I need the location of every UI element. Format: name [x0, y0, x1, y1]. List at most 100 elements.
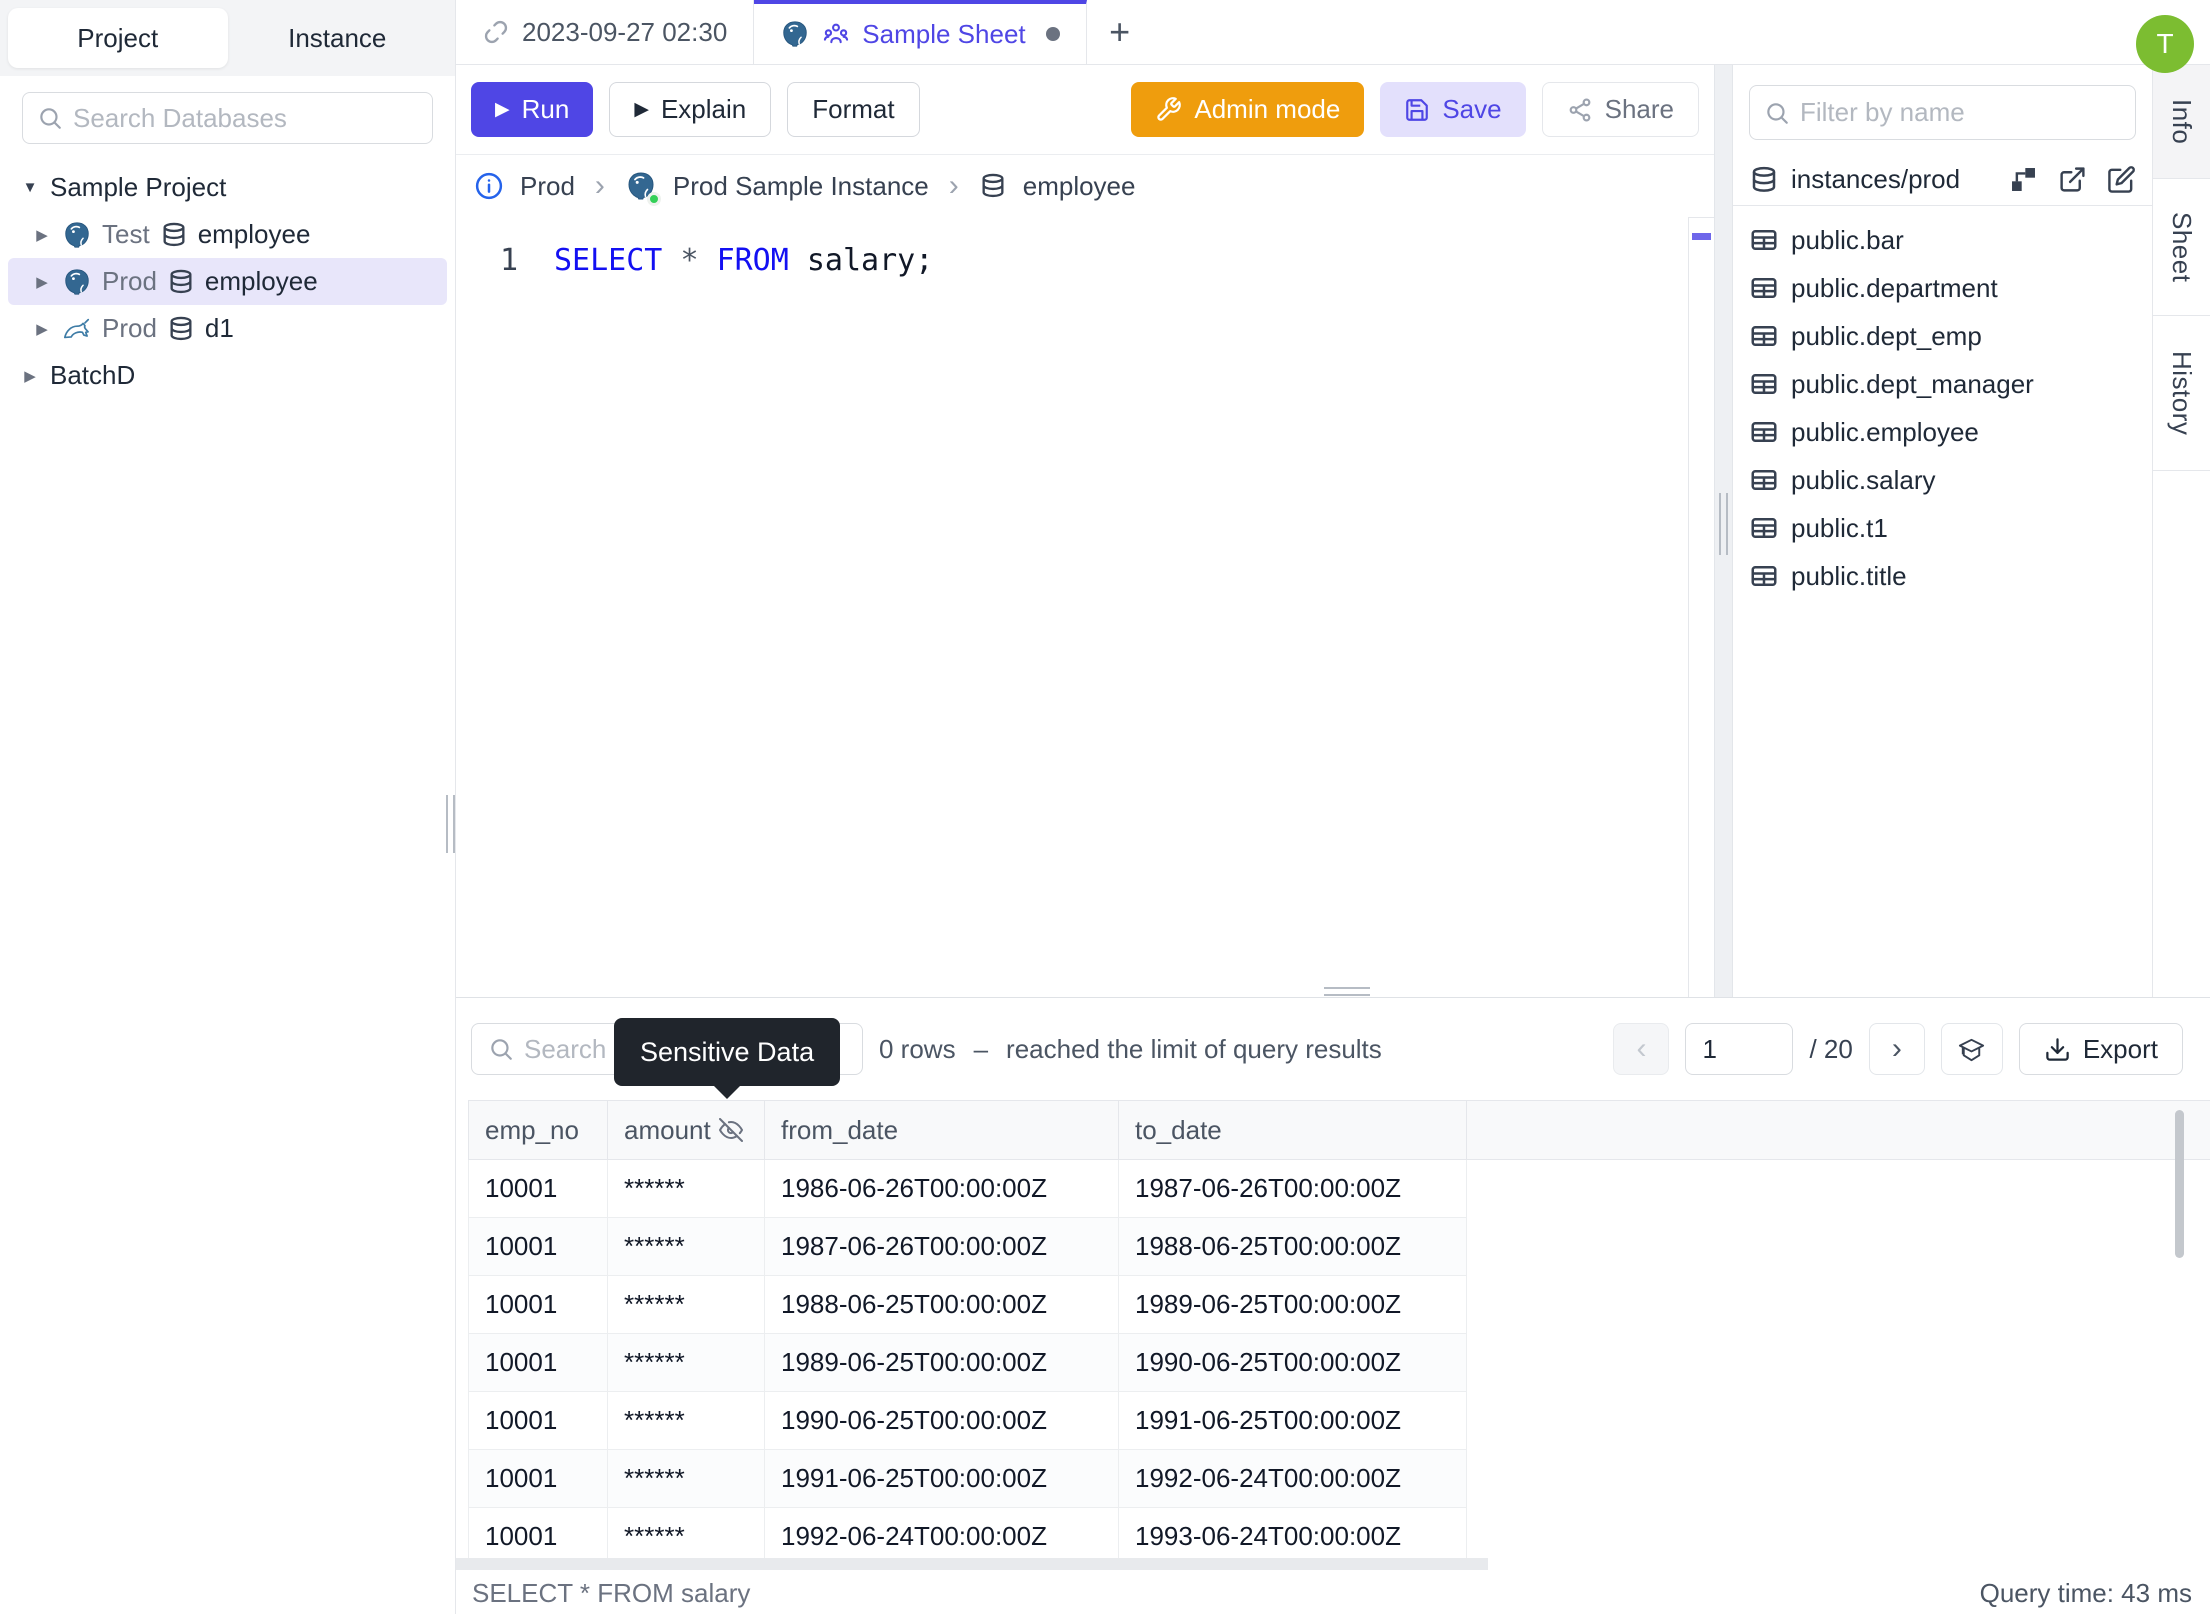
column-header-amount[interactable]: amount	[608, 1101, 765, 1159]
export-button[interactable]: Export	[2018, 1023, 2183, 1075]
result-cell[interactable]: 10001	[469, 1450, 608, 1507]
table-list-item[interactable]: public.employee	[1733, 408, 2152, 456]
eye-off-icon[interactable]	[718, 1118, 743, 1142]
database-search-input[interactable]	[73, 102, 418, 134]
table-filter[interactable]	[1749, 85, 2136, 140]
result-row[interactable]: 10001 ****** 1991-06-25T00:00:00Z 1992-06-2…	[468, 1450, 1467, 1508]
breadcrumb-environment[interactable]: Prod	[520, 171, 575, 202]
result-cell[interactable]: 10001	[469, 1218, 608, 1275]
result-cell[interactable]: 1991-06-25T00:00:00Z	[1119, 1392, 1467, 1449]
new-sheet-button[interactable]: +	[1087, 0, 1153, 64]
prev-page-button[interactable]: ‹	[1613, 1023, 1670, 1075]
result-cell[interactable]: 10001	[469, 1334, 608, 1391]
tab-info[interactable]: Info	[2153, 65, 2210, 179]
save-button[interactable]: Save	[1380, 82, 1526, 137]
page-number-input[interactable]	[1685, 1023, 1794, 1075]
caret-right-icon[interactable]: ▶	[32, 320, 52, 338]
table-list-item[interactable]: public.department	[1733, 264, 2152, 312]
table-list-item[interactable]: public.dept_emp	[1733, 312, 2152, 360]
external-link-icon[interactable]	[2058, 165, 2087, 194]
result-cell[interactable]: 1991-06-25T00:00:00Z	[765, 1450, 1119, 1507]
column-header-to_date[interactable]: to_date	[1119, 1101, 1467, 1159]
tab-instance[interactable]: Instance	[228, 8, 448, 68]
result-cell[interactable]: ******	[608, 1334, 765, 1391]
table-list-item[interactable]: public.title	[1733, 552, 2152, 600]
edit-icon[interactable]	[2107, 165, 2136, 194]
result-cell[interactable]: ******	[608, 1276, 765, 1333]
vertical-scrollbar[interactable]	[2175, 1110, 2184, 1258]
table-list-item[interactable]: public.bar	[1733, 216, 2152, 264]
caret-right-icon[interactable]: ▶	[20, 367, 40, 385]
result-cell[interactable]: 1992-06-24T00:00:00Z	[1119, 1450, 1467, 1507]
result-cell[interactable]: ******	[608, 1450, 765, 1507]
column-header-emp_no[interactable]: emp_no	[469, 1101, 608, 1159]
results-resize-handle[interactable]	[1324, 987, 1370, 996]
data-masking-button[interactable]	[1940, 1023, 2003, 1075]
horizontal-scrollbar[interactable]	[456, 1558, 1488, 1570]
result-cell[interactable]: 1987-06-26T00:00:00Z	[765, 1218, 1119, 1275]
sql-code-line[interactable]: SELECT * FROM salary;	[554, 217, 933, 997]
tree-item-batchd[interactable]: ▶ BatchD	[8, 352, 447, 399]
caret-right-icon[interactable]: ▶	[32, 226, 52, 244]
result-cell[interactable]: 10001	[469, 1392, 608, 1449]
table-filter-input[interactable]	[1800, 97, 2121, 128]
result-cell[interactable]: 10001	[469, 1276, 608, 1333]
result-row[interactable]: 10001 ****** 1990-06-25T00:00:00Z 1991-06-2…	[468, 1392, 1467, 1450]
table-icon	[1751, 470, 1777, 490]
result-cell[interactable]: 1989-06-25T00:00:00Z	[1119, 1276, 1467, 1333]
next-page-button[interactable]: ›	[1868, 1023, 1925, 1075]
breadcrumb-database[interactable]: employee	[1023, 171, 1136, 202]
run-button[interactable]: ▶ Run	[471, 82, 594, 137]
avatar[interactable]: T	[2136, 15, 2194, 73]
share-label: Share	[1604, 94, 1674, 124]
format-button[interactable]: Format	[787, 82, 920, 137]
tree-item-sample-project[interactable]: ▼ Sample Project	[8, 164, 447, 211]
result-cell[interactable]: 10001	[469, 1160, 608, 1217]
result-cell[interactable]: ******	[608, 1160, 765, 1217]
share-button[interactable]: Share	[1541, 82, 1699, 137]
sheet-tab-sample-sheet[interactable]: Sample Sheet	[754, 0, 1087, 64]
tree-item-prod-employee[interactable]: ▶ Prod employee	[8, 258, 447, 305]
sql-editor[interactable]: 1 SELECT * FROM salary;	[456, 217, 1714, 997]
tree-item-prod-d1[interactable]: ▶ Prod d1	[8, 305, 447, 352]
caret-right-icon[interactable]: ▶	[32, 273, 52, 291]
sheet-tab-timestamp[interactable]: 2023-09-27 02:30	[456, 0, 755, 64]
sql-token: *	[680, 243, 699, 278]
panel-splitter[interactable]	[1714, 65, 1733, 997]
tab-project[interactable]: Project	[8, 8, 228, 68]
breadcrumb-instance[interactable]: Prod Sample Instance	[673, 171, 929, 202]
caret-down-icon[interactable]: ▼	[20, 179, 40, 196]
database-search[interactable]	[22, 92, 433, 144]
tab-sheet[interactable]: Sheet	[2153, 179, 2210, 316]
result-cell[interactable]: 1989-06-25T00:00:00Z	[765, 1334, 1119, 1391]
result-row[interactable]: 10001 ****** 1987-06-26T00:00:00Z 1988-06-2…	[468, 1218, 1467, 1276]
result-cell[interactable]: 1990-06-25T00:00:00Z	[765, 1392, 1119, 1449]
info-icon[interactable]	[474, 171, 504, 201]
table-list-item[interactable]: public.t1	[1733, 504, 2152, 552]
editor-overview-ruler[interactable]	[1688, 217, 1714, 997]
result-cell[interactable]: 1988-06-25T00:00:00Z	[1119, 1218, 1467, 1275]
result-cell[interactable]: ******	[608, 1508, 765, 1565]
admin-mode-button[interactable]: Admin mode	[1131, 82, 1365, 137]
schema-diagram-icon[interactable]	[2009, 165, 2038, 194]
result-cell[interactable]: 10001	[469, 1508, 608, 1565]
result-row[interactable]: 10001 ****** 1988-06-25T00:00:00Z 1989-06-2…	[468, 1276, 1467, 1334]
result-cell[interactable]: 1992-06-24T00:00:00Z	[765, 1508, 1119, 1565]
result-row[interactable]: 10001 ****** 1986-06-26T00:00:00Z 1987-06-2…	[468, 1160, 1467, 1218]
tree-item-test-employee[interactable]: ▶ Test employee	[8, 211, 447, 258]
result-row[interactable]: 10001 ****** 1989-06-25T00:00:00Z 1990-06-2…	[468, 1334, 1467, 1392]
tab-history[interactable]: History	[2153, 316, 2210, 471]
result-cell[interactable]: 1993-06-24T00:00:00Z	[1119, 1508, 1467, 1565]
result-cell[interactable]: ******	[608, 1218, 765, 1275]
explain-button[interactable]: ▶ Explain	[609, 82, 772, 137]
sidebar-resize-handle[interactable]	[446, 795, 455, 853]
table-list-item[interactable]: public.salary	[1733, 456, 2152, 504]
result-cell[interactable]: ******	[608, 1392, 765, 1449]
result-cell[interactable]: 1987-06-26T00:00:00Z	[1119, 1160, 1467, 1217]
result-cell[interactable]: 1988-06-25T00:00:00Z	[765, 1276, 1119, 1333]
result-cell[interactable]: 1990-06-25T00:00:00Z	[1119, 1334, 1467, 1391]
result-cell[interactable]: 1986-06-26T00:00:00Z	[765, 1160, 1119, 1217]
table-list-item[interactable]: public.dept_manager	[1733, 360, 2152, 408]
splitter-handle[interactable]	[1719, 493, 1728, 555]
column-header-from_date[interactable]: from_date	[765, 1101, 1119, 1159]
